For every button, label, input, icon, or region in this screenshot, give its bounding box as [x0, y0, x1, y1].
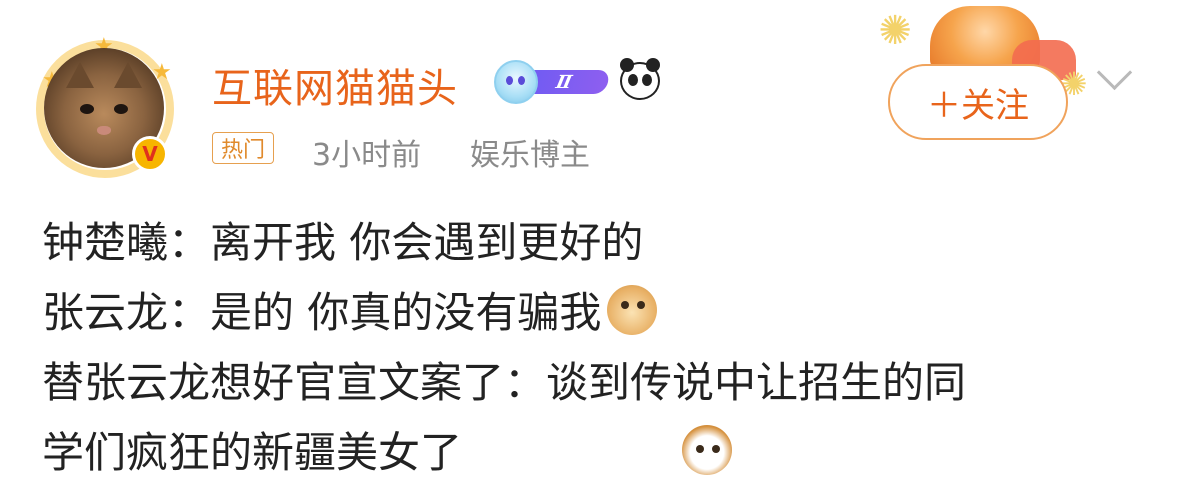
author-avatar[interactable]: ★ ★ ★ V — [36, 36, 174, 178]
follow-button[interactable]: ＋关注 — [888, 64, 1068, 140]
hot-tag-badge: 热门 — [212, 132, 275, 164]
cat-emoji-icon — [682, 425, 733, 475]
post-body: 钟楚曦：离开我 你会遇到更好的 张云龙：是的 你真的没有骗我 替张云龙想好官宣文… — [42, 208, 1142, 488]
author-name[interactable]: 互联网猫猫头 — [212, 56, 458, 114]
verified-badge-icon: V — [132, 136, 168, 172]
post-line: 替张云龙想好官宣文案了：谈到传说中让招生的同 — [42, 358, 967, 407]
level-text: Ⅱ — [554, 71, 574, 93]
post-timestamp: 3小时前 — [312, 138, 422, 173]
ghost-level-icon — [494, 60, 538, 104]
author-role: 娱乐博主 — [470, 138, 590, 173]
level-badge[interactable]: Ⅱ — [494, 60, 612, 104]
panda-icon[interactable] — [618, 58, 662, 102]
post-line: 张云龙：是的 你真的没有骗我 — [42, 278, 1142, 348]
chevron-down-icon[interactable] — [1096, 54, 1133, 91]
post-line: 学们疯狂的新疆美女了 — [42, 418, 1142, 488]
sparkle-decoration-icon: ✺ — [878, 8, 912, 54]
post-line: 钟楚曦：离开我 你会遇到更好的 — [42, 218, 644, 267]
doge-emoji-icon — [607, 285, 658, 335]
